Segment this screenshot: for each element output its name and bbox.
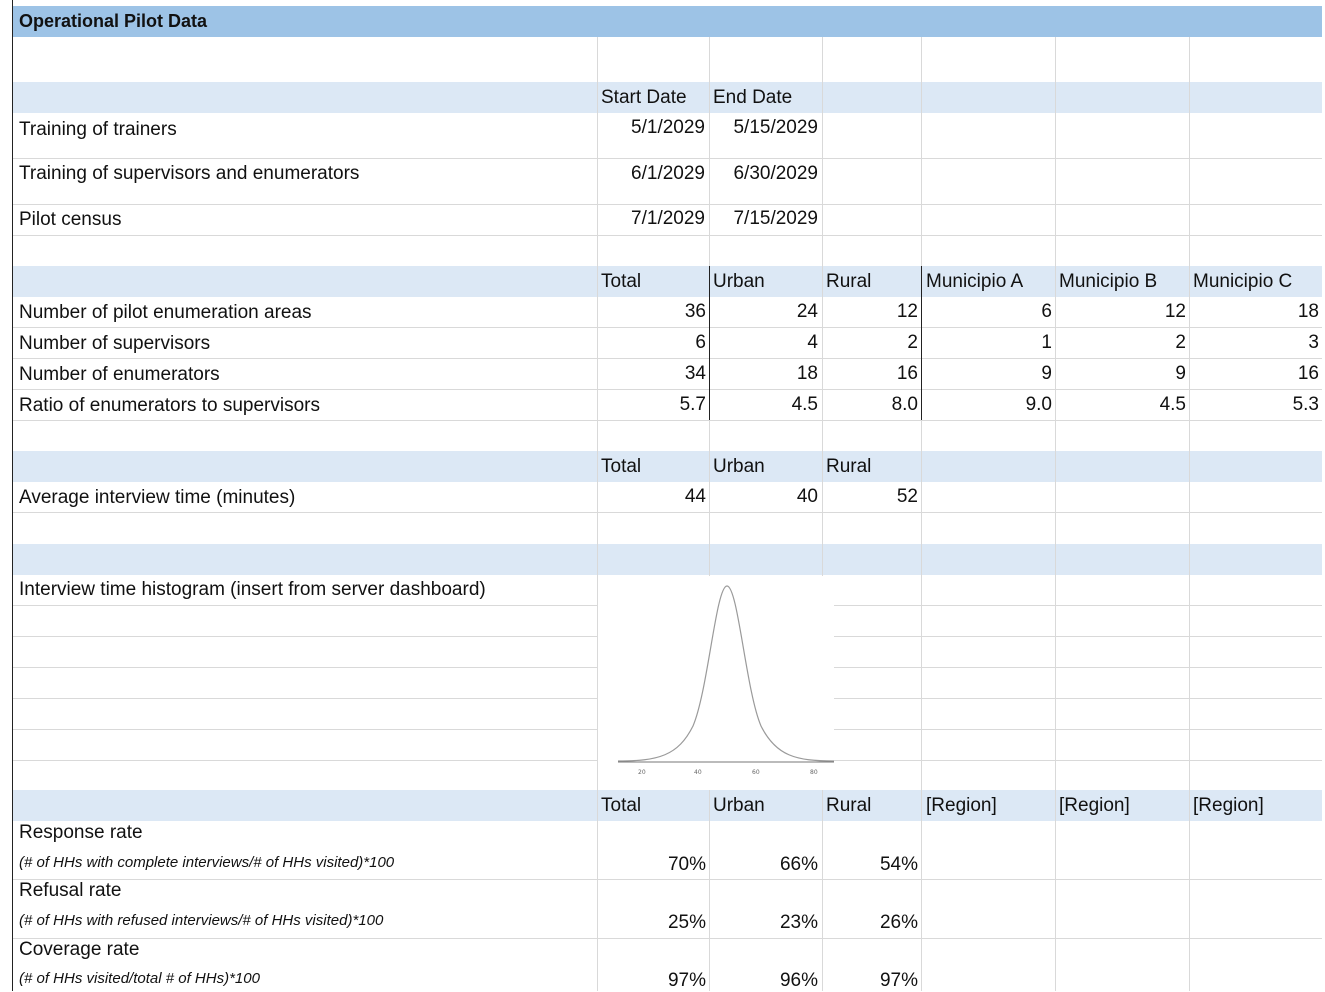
staffing-cell: 1 [1041, 332, 1052, 353]
tick-label: 60 [752, 769, 760, 776]
staffing-header-municipio-a: Municipio A [926, 271, 1024, 292]
schedule-start-cell: 5/1/2029 [631, 117, 705, 138]
interview-header-total: Total [601, 456, 642, 477]
staffing-header-urban: Urban [713, 271, 765, 292]
staffing-cell: 8.0 [891, 394, 918, 415]
interview-header-urban: Urban [713, 456, 765, 477]
rates-header-rural: Rural [826, 795, 872, 816]
staffing-row-label: Number of enumerators [19, 364, 220, 385]
rate-formula: (# of HHs with complete interviews/# of … [19, 854, 395, 871]
rates-header-total: Total [601, 795, 642, 816]
tick-label: 80 [810, 769, 818, 776]
rate-cell: 25% [667, 912, 706, 933]
staffing-cell: 2 [907, 332, 918, 353]
rates-header-urban: Urban [713, 795, 765, 816]
staffing-cell: 16 [1297, 363, 1319, 384]
rate-cell: 54% [879, 854, 918, 875]
bell-curve-line [617, 585, 835, 762]
staffing-cell: 12 [896, 301, 918, 322]
staffing-cell: 12 [1164, 301, 1186, 322]
staffing-cell: 4.5 [791, 394, 818, 415]
staffing-cell: 18 [1297, 301, 1319, 322]
rate-cell: 26% [879, 912, 918, 933]
end-date-header: End Date [713, 87, 793, 108]
staffing-cell: 16 [896, 363, 918, 384]
rate-label: Coverage rate [19, 939, 140, 960]
schedule-end-cell: 7/15/2029 [733, 208, 818, 229]
staffing-cell: 34 [684, 363, 706, 384]
rates-header-region: [Region] [926, 795, 997, 816]
staffing-cell: 3 [1308, 332, 1319, 353]
staffing-cell: 6 [1041, 301, 1052, 322]
interview-row-label: Average interview time (minutes) [19, 487, 296, 508]
histogram-chart[interactable]: 20 40 60 80 [598, 576, 835, 790]
staffing-cell: 18 [796, 363, 818, 384]
schedule-start-cell: 7/1/2029 [631, 208, 705, 229]
rate-cell: 23% [779, 912, 818, 933]
staffing-header-rural: Rural [826, 271, 872, 292]
interview-header-rural: Rural [826, 456, 872, 477]
rate-formula: (# of HHs visited/total # of HHs)*100 [19, 970, 260, 987]
staffing-cell: 9 [1041, 363, 1052, 384]
staffing-row-label: Number of supervisors [19, 333, 211, 354]
staffing-cell: 5.3 [1292, 394, 1319, 415]
rate-label: Refusal rate [19, 880, 122, 901]
staffing-cell: 4 [807, 332, 818, 353]
rate-cell: 97% [667, 970, 706, 991]
rate-formula: (# of HHs with refused interviews/# of H… [19, 912, 384, 929]
interview-cell: 40 [796, 486, 818, 507]
schedule-end-cell: 6/30/2029 [733, 163, 818, 184]
rate-cell: 97% [879, 970, 918, 991]
staffing-cell: 9 [1175, 363, 1186, 384]
interview-cell: 52 [896, 486, 918, 507]
tick-label: 40 [694, 769, 702, 776]
staffing-cell: 6 [695, 332, 706, 353]
staffing-cell: 24 [796, 301, 818, 322]
staffing-cell: 36 [684, 301, 706, 322]
staffing-header-municipio-b: Municipio B [1059, 271, 1158, 292]
interview-cell: 44 [684, 486, 706, 507]
page-title: Operational Pilot Data [19, 11, 208, 31]
rate-cell: 66% [779, 854, 818, 875]
staffing-header-total: Total [601, 271, 642, 292]
tick-label: 20 [638, 769, 646, 776]
histogram-label: Interview time histogram (insert from se… [19, 579, 486, 600]
schedule-row-label: Training of supervisors and enumerators [19, 163, 360, 184]
staffing-cell: 5.7 [679, 394, 706, 415]
staffing-row-label: Ratio of enumerators to supervisors [19, 395, 320, 416]
staffing-header-municipio-c: Municipio C [1193, 271, 1293, 292]
schedule-start-cell: 6/1/2029 [631, 163, 705, 184]
rate-cell: 96% [779, 970, 818, 991]
rates-header-region: [Region] [1059, 795, 1130, 816]
start-date-header: Start Date [601, 87, 687, 108]
schedule-end-cell: 5/15/2029 [733, 117, 818, 138]
staffing-row-label: Number of pilot enumeration areas [19, 302, 312, 323]
title-band [12, 6, 1322, 37]
staffing-cell: 2 [1175, 332, 1186, 353]
schedule-row-label: Training of trainers [19, 119, 177, 140]
schedule-row-label: Pilot census [19, 209, 122, 230]
interview-header-band [12, 451, 1322, 482]
staffing-cell: 9.0 [1025, 394, 1052, 415]
spreadsheet: Operational Pilot Data Start Date End Da… [0, 0, 1325, 991]
rate-cell: 70% [667, 854, 706, 875]
rates-header-region: [Region] [1193, 795, 1264, 816]
staffing-cell: 4.5 [1159, 394, 1186, 415]
blank-band [12, 544, 1322, 575]
rate-label: Response rate [19, 822, 143, 843]
bell-curve-image: 20 40 60 80 [617, 585, 835, 776]
